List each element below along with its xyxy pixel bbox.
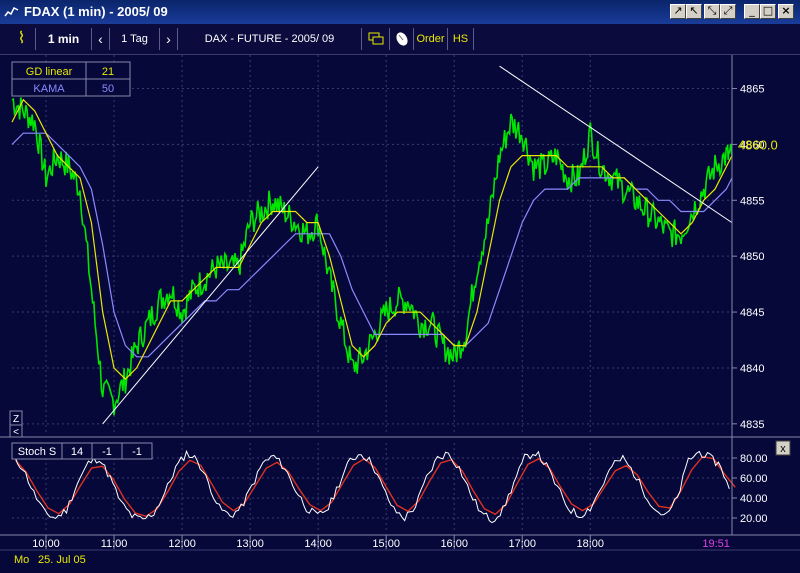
toolbar: ⌇ 1 min ‹ 1 Tag › DAX - FUTURE - 2005/ 0… [0, 24, 800, 55]
stoch-param-3: -1 [132, 446, 142, 458]
title-bar[interactable]: FDAX (1 min) - 2005/ 09 ↗ ↖ ⤡ ⤢ _ □ × [0, 0, 800, 24]
kama-name: KAMA [33, 83, 65, 95]
stoch-param-1: 14 [71, 446, 83, 458]
stoch-d-line [14, 455, 736, 518]
price-chart-area[interactable]: 486548604855485048454840483510:00 11:00 12… [0, 55, 800, 573]
trendline [102, 166, 319, 425]
stoch-name: Stoch S [18, 446, 57, 458]
last-price-label: 4860.0 [738, 137, 778, 152]
next-range-button[interactable]: › [160, 28, 178, 50]
stoch-y-tick-label: 20.00 [740, 513, 768, 525]
symbol-label[interactable]: DAX - FUTURE - 2005/ 09 [178, 28, 362, 50]
stoch-close-button[interactable]: x [775, 440, 791, 456]
expand-icon[interactable]: ⤢ [720, 4, 736, 19]
stoch-y-tick-label: 60.00 [740, 473, 768, 485]
kama-period: 50 [102, 83, 114, 95]
link-down-icon[interactable]: ↖ [686, 4, 702, 19]
status-bar: Mo 25. Jul 05 [0, 549, 800, 566]
stoch-close-icon[interactable]: x [780, 443, 786, 455]
x-tick-label: 10:00 [32, 538, 60, 550]
stoch-k-line [11, 449, 730, 524]
gd-linear-period: 21 [102, 66, 114, 78]
chart-style-icon[interactable]: ⌇ [8, 28, 36, 50]
link-up-icon[interactable]: ↗ [670, 4, 686, 19]
x-tick-label: 18:00 [577, 538, 605, 550]
y-tick-label: 4845 [740, 307, 764, 319]
windows-icon[interactable] [362, 28, 390, 50]
hs-button[interactable]: HS [448, 28, 474, 50]
stoch-plot [11, 449, 736, 524]
y-tick-label: 4855 [740, 195, 764, 207]
maximize-button[interactable]: □ [760, 4, 776, 19]
minimize-button[interactable]: _ [744, 4, 760, 19]
indicator-legend[interactable]: GD linear 21 KAMA 50 [11, 61, 131, 97]
order-button[interactable]: Order [414, 28, 448, 50]
status-date: 25. Jul 05 [38, 554, 86, 566]
stoch-y-tick-label: 80.00 [740, 453, 768, 465]
stoch-y-tick-label: 40.00 [740, 493, 768, 505]
kama-series-line [11, 132, 733, 358]
x-tick-label: 14:00 [304, 538, 332, 550]
chart-window: FDAX (1 min) - 2005/ 09 ↗ ↖ ⤡ ⤢ _ □ × ⌇ … [0, 0, 800, 573]
status-day: Mo [14, 554, 29, 566]
x-tick-label: 17:00 [508, 538, 536, 550]
x-tick-label: 16:00 [440, 538, 468, 550]
cursor-time-label: 19:51 [702, 538, 730, 550]
x-tick-label: 12:00 [168, 538, 196, 550]
zoom-control[interactable]: Z < [9, 410, 23, 438]
close-button[interactable]: × [778, 4, 794, 19]
zoom-back-icon[interactable]: < [13, 427, 19, 438]
stoch-legend[interactable]: Stoch S 14 -1 -1 [11, 442, 153, 460]
stoch-param-2: -1 [102, 446, 112, 458]
prev-range-button[interactable]: ‹ [92, 28, 110, 50]
main-plot [11, 65, 733, 425]
chart-grid [12, 55, 732, 533]
y-tick-label: 4865 [740, 84, 764, 96]
chart-app-icon [4, 6, 19, 17]
y-tick-label: 4850 [740, 251, 764, 263]
x-tick-label: 11:00 [101, 538, 128, 550]
resize-icon[interactable]: ⤡ [704, 4, 720, 19]
mouse-icon[interactable] [390, 28, 414, 50]
range-selector[interactable]: 1 Tag [110, 28, 160, 50]
interval-selector[interactable]: 1 min [36, 28, 92, 50]
x-tick-label: 15:00 [372, 538, 400, 550]
y-tick-label: 4835 [740, 419, 764, 431]
axes: 486548604855485048454840483510:00 11:00 12… [0, 55, 800, 550]
zoom-label: Z [13, 414, 19, 425]
gd-linear-name: GD linear [26, 66, 73, 78]
x-tick-label: 13:00 [236, 538, 264, 550]
window-title: FDAX (1 min) - 2005/ 09 [24, 4, 168, 19]
y-tick-label: 4840 [740, 363, 764, 375]
